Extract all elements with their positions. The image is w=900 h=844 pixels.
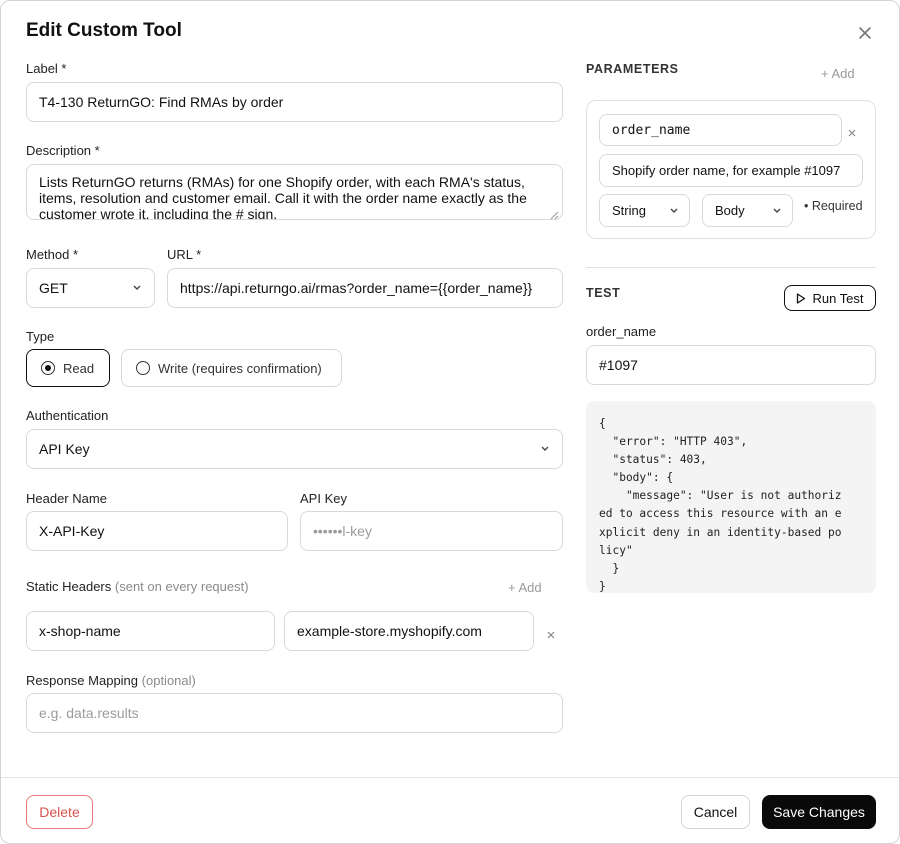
- static-header-value-input[interactable]: example-store.myshopify.com: [284, 611, 534, 651]
- add-static-header-button[interactable]: + Add: [508, 580, 542, 595]
- footer-divider: [1, 777, 899, 778]
- parameter-type-value: String: [612, 203, 646, 218]
- add-parameter-button[interactable]: + Add: [821, 66, 855, 81]
- description-field-label: Description *: [26, 143, 100, 158]
- label-field-label: Label *: [26, 61, 67, 76]
- method-value: GET: [39, 280, 68, 296]
- description-textarea[interactable]: Lists ReturnGO returns (RMAs) for one Sh…: [26, 164, 563, 220]
- response-mapping-label: Response Mapping (optional): [26, 673, 196, 688]
- test-param-input[interactable]: #1097: [586, 345, 876, 385]
- run-test-label: Run Test: [812, 290, 864, 306]
- static-header-key-input[interactable]: x-shop-name: [26, 611, 275, 651]
- remove-header-icon[interactable]: [546, 627, 556, 645]
- header-name-input[interactable]: X-API-Key: [26, 511, 288, 551]
- radio-selected-icon: [41, 361, 55, 375]
- test-output: { "error": "HTTP 403", "status": 403, "b…: [586, 401, 876, 593]
- parameters-heading: PARAMETERS: [586, 62, 679, 76]
- header-name-field-label: Header Name: [26, 491, 107, 506]
- remove-parameter-icon[interactable]: [847, 125, 857, 143]
- response-mapping-title: Response Mapping: [26, 673, 139, 688]
- section-divider: [586, 267, 876, 268]
- radio-unselected-icon: [136, 361, 150, 375]
- type-read-option[interactable]: Read: [26, 349, 110, 387]
- auth-select[interactable]: API Key: [26, 429, 563, 469]
- parameter-location-value: Body: [715, 203, 745, 218]
- delete-button[interactable]: Delete: [26, 795, 93, 829]
- static-headers-label: Static Headers (sent on every request): [26, 579, 249, 594]
- method-field-label: Method *: [26, 247, 79, 262]
- close-icon[interactable]: [853, 21, 877, 45]
- required-toggle[interactable]: • Required: [804, 199, 863, 213]
- parameter-name-input[interactable]: order_name: [599, 114, 842, 146]
- auth-field-label: Authentication: [26, 408, 109, 423]
- save-changes-button[interactable]: Save Changes: [762, 795, 876, 829]
- run-test-button[interactable]: Run Test: [784, 285, 876, 311]
- api-key-field-label: API Key: [300, 491, 347, 506]
- chevron-down-icon: [133, 285, 141, 290]
- response-mapping-input[interactable]: e.g. data.results: [26, 693, 563, 733]
- api-key-input[interactable]: ••••••l-key: [300, 511, 563, 551]
- test-heading: TEST: [586, 286, 621, 300]
- chevron-down-icon: [670, 208, 678, 213]
- resize-handle-icon[interactable]: [549, 207, 559, 225]
- label-input[interactable]: T4-130 ReturnGO: Find RMAs by order: [26, 82, 563, 122]
- type-field-label: Type: [26, 329, 55, 344]
- static-headers-hint: (sent on every request): [114, 579, 249, 594]
- test-param-label: order_name: [586, 324, 657, 339]
- edit-tool-dialog: Edit Custom Tool Label * T4-130 ReturnGO…: [0, 0, 900, 844]
- parameter-location-select[interactable]: Body: [702, 194, 793, 227]
- dialog-title: Edit Custom Tool: [26, 20, 182, 41]
- type-write-label: Write (requires confirmation): [158, 360, 322, 376]
- type-read-label: Read: [63, 360, 95, 376]
- static-headers-title: Static Headers: [26, 579, 112, 594]
- cancel-button[interactable]: Cancel: [681, 795, 750, 829]
- chevron-down-icon: [773, 208, 781, 213]
- parameter-description-input[interactable]: Shopify order name, for example #1097: [599, 154, 863, 187]
- play-icon: [797, 292, 806, 304]
- response-mapping-hint: (optional): [141, 673, 196, 688]
- auth-value: API Key: [39, 441, 90, 457]
- url-field-label: URL *: [167, 247, 202, 262]
- parameter-type-select[interactable]: String: [599, 194, 690, 227]
- url-input[interactable]: https://api.returngo.ai/rmas?order_name=…: [167, 268, 563, 308]
- chevron-down-icon: [541, 446, 549, 451]
- method-select[interactable]: GET: [26, 268, 155, 308]
- type-write-option[interactable]: Write (requires confirmation): [121, 349, 342, 387]
